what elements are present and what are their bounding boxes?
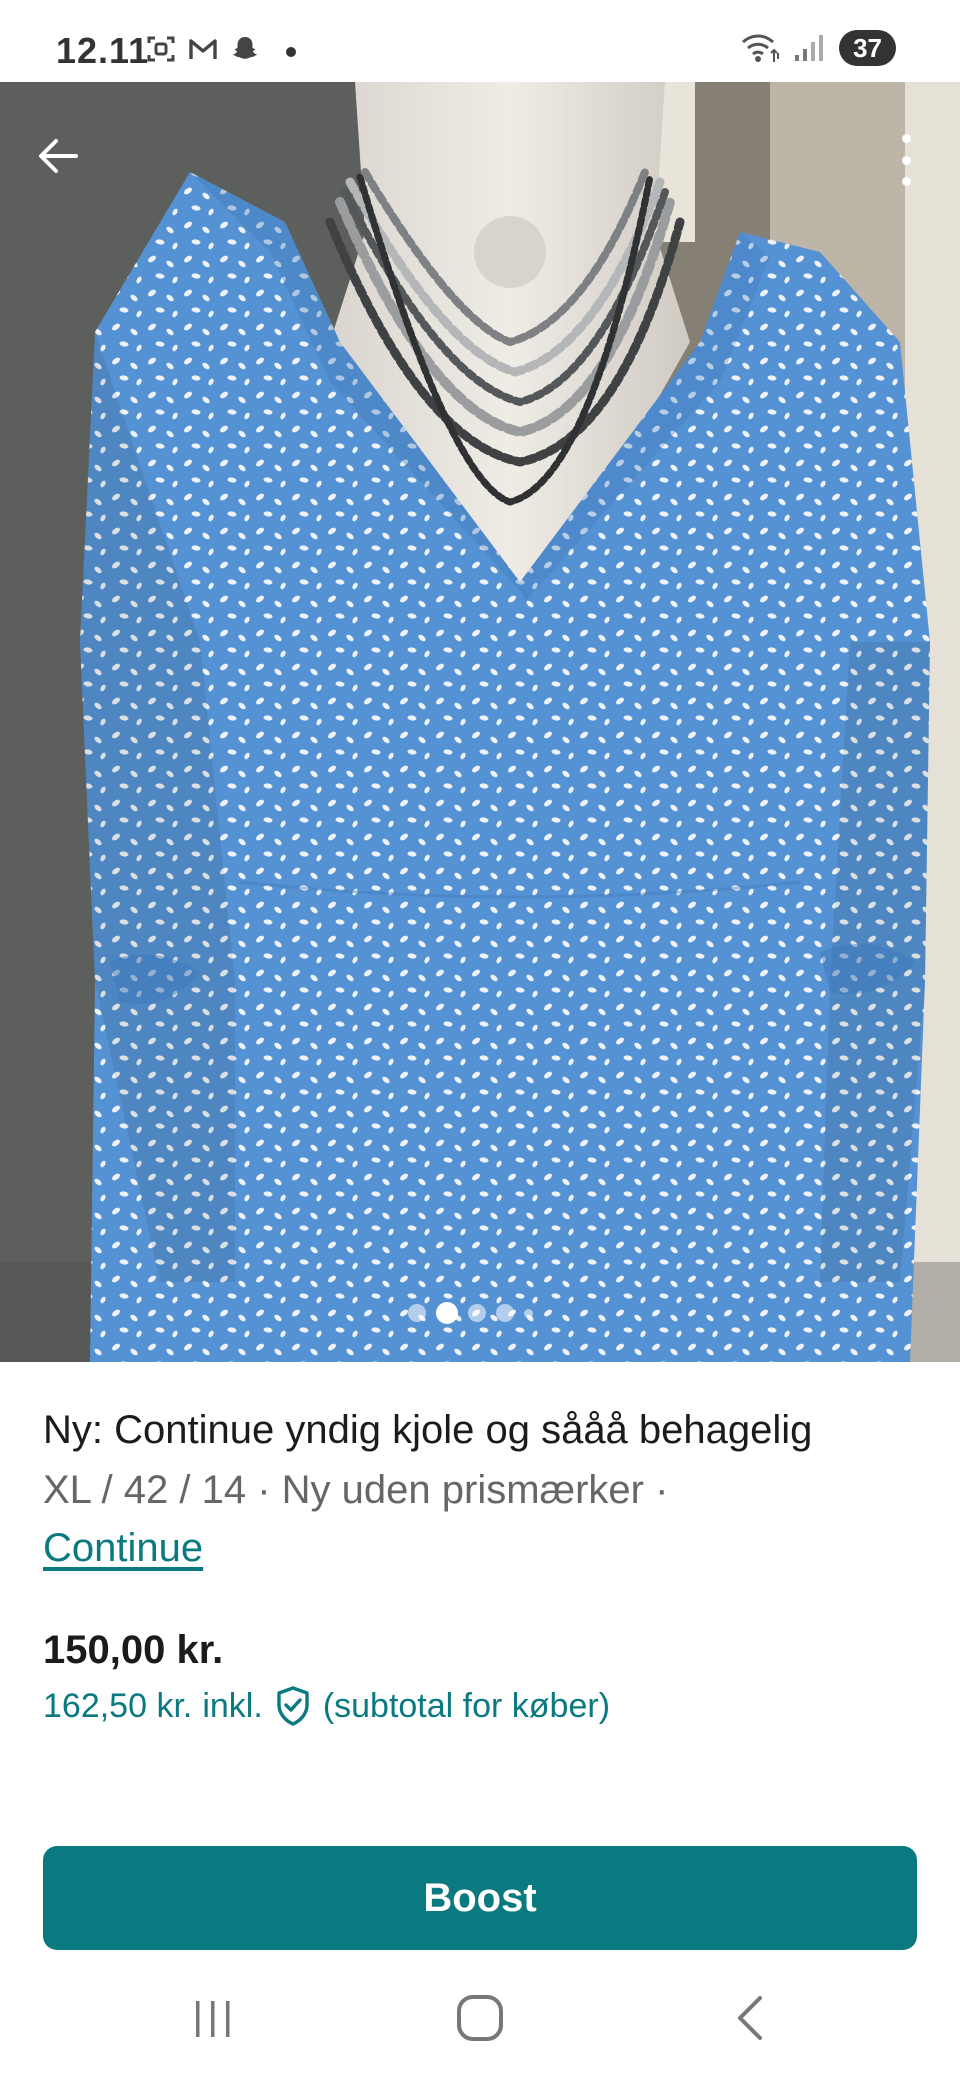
more-options-button[interactable]	[888, 128, 924, 192]
recent-apps-icon	[196, 2001, 230, 2037]
boost-button[interactable]: Boost	[43, 1846, 917, 1950]
photo-pager	[408, 1302, 533, 1324]
wifi-icon	[742, 34, 780, 62]
total-incl-label: inkl.	[202, 1686, 263, 1725]
total-note: (subtotal for køber)	[322, 1686, 611, 1725]
pager-dot-active[interactable]	[436, 1302, 458, 1324]
more-dot-icon	[901, 155, 911, 165]
chevron-left-icon	[738, 1996, 762, 2040]
more-dot-icon	[901, 134, 911, 143]
brand-link[interactable]: Continue	[43, 1526, 203, 1571]
pager-dot[interactable]	[468, 1304, 486, 1322]
more-dot-icon	[901, 177, 911, 186]
status-bar: 12.11 37	[0, 0, 960, 82]
listing-details: XL / 42 / 14 · Ny uden prismærker ·	[43, 1468, 669, 1512]
status-time: 12.11	[56, 30, 150, 71]
screenshot-icon	[147, 36, 175, 62]
home-button[interactable]	[440, 1990, 520, 2046]
buyer-total[interactable]: 162,50 kr. inkl. (subtotal for køber)	[43, 1685, 610, 1727]
battery-indicator: 37	[839, 30, 896, 66]
snapchat-icon	[232, 37, 258, 59]
signal-icon	[795, 35, 824, 61]
shield-check-icon	[277, 1686, 309, 1726]
arrow-left-icon	[39, 139, 78, 173]
system-nav-bar	[0, 1950, 960, 2080]
back-nav-button[interactable]	[710, 1990, 790, 2046]
item-price: 150,00 kr.	[43, 1628, 224, 1672]
pager-dot[interactable]	[524, 1308, 533, 1318]
product-photo-carousel[interactable]	[0, 82, 960, 1362]
pager-dot[interactable]	[496, 1304, 514, 1322]
recent-apps-button[interactable]	[173, 1990, 253, 2046]
gmail-icon	[189, 39, 217, 59]
listing-title: Ny: Continue yndig kjole og sååå behagel…	[43, 1408, 813, 1452]
home-icon	[457, 1995, 503, 2041]
notification-dot	[286, 47, 296, 57]
pager-dot[interactable]	[408, 1304, 426, 1322]
product-photo	[0, 82, 960, 1362]
back-button[interactable]	[30, 128, 86, 184]
total-price: 162,50 kr.	[43, 1686, 193, 1725]
